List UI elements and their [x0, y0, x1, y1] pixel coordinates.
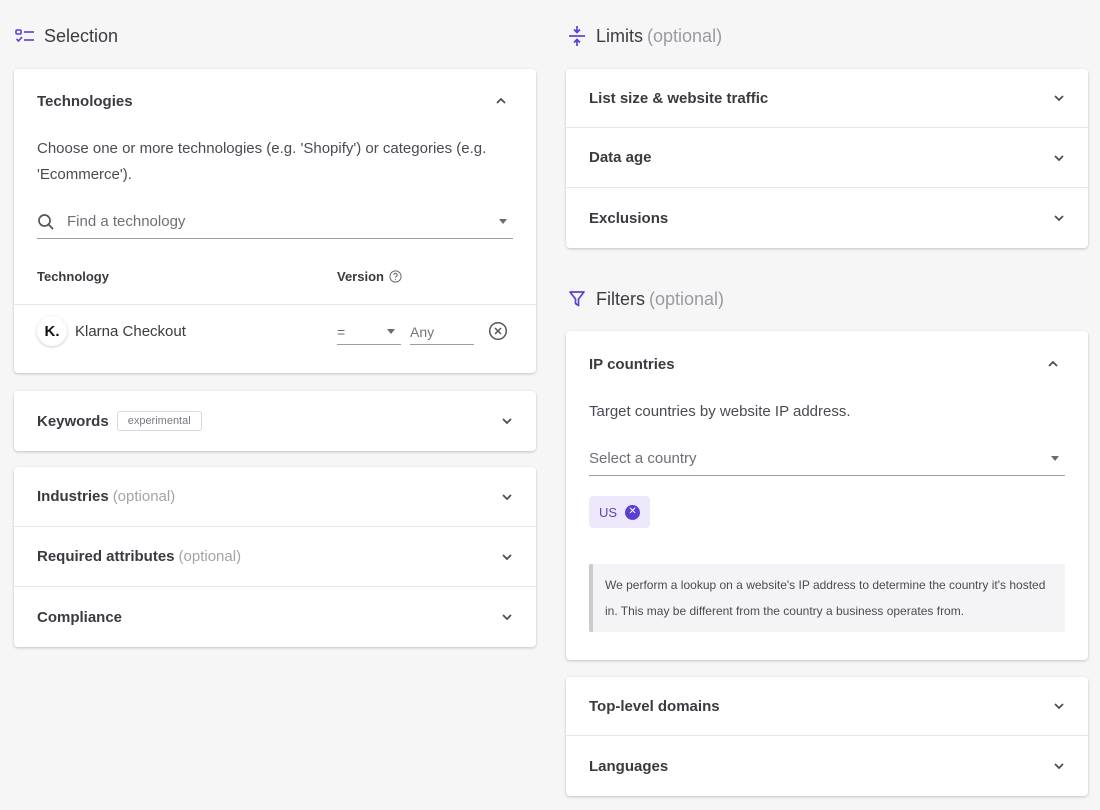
- keywords-row[interactable]: Keywords experimental: [14, 391, 536, 451]
- filters-more-card: Top-level domains Languages: [566, 677, 1088, 796]
- selection-title: Selection: [44, 25, 119, 46]
- filters-title: Filters: [596, 288, 645, 309]
- filters-section-title: Filters (optional): [566, 287, 724, 311]
- checklist-icon: [14, 25, 36, 47]
- chevron-down-icon[interactable]: [1052, 151, 1066, 165]
- chevron-down-icon[interactable]: [500, 490, 514, 504]
- keywords-label-group: Keywords experimental: [37, 411, 202, 431]
- languages-row[interactable]: Languages: [566, 736, 1088, 796]
- chevron-down-icon[interactable]: [500, 550, 514, 564]
- industries-label-group: Industries (optional): [37, 488, 175, 505]
- chevron-down-icon[interactable]: [1052, 91, 1066, 105]
- required-attributes-label: Required attributes: [37, 548, 175, 565]
- column-header-version: Version: [337, 269, 402, 284]
- ip-countries-title: IP countries: [589, 355, 675, 373]
- keywords-card: Keywords experimental: [14, 391, 536, 451]
- chevron-up-icon[interactable]: [1046, 357, 1060, 371]
- limits-item-label: List size & website traffic: [589, 89, 769, 107]
- compliance-label: Compliance: [37, 608, 123, 626]
- dropdown-caret-icon[interactable]: [1051, 456, 1059, 461]
- industries-optional: (optional): [112, 488, 176, 505]
- filter-icon: [566, 288, 588, 310]
- technologies-card: Technologies Choose one or more technolo…: [14, 69, 536, 373]
- dropdown-caret-icon[interactable]: [499, 219, 507, 224]
- limits-section-title: Limits (optional): [566, 24, 722, 48]
- languages-label: Languages: [589, 757, 669, 775]
- country-chip: US ✕: [589, 496, 651, 528]
- selection-section-title: Selection: [14, 24, 118, 48]
- chevron-down-icon[interactable]: [1052, 699, 1066, 713]
- chevron-down-icon[interactable]: [1052, 759, 1066, 773]
- search-icon: [37, 213, 59, 231]
- required-attributes-row[interactable]: Required attributes (optional): [14, 527, 536, 587]
- column-header-version-label: Version: [337, 269, 384, 284]
- country-select[interactable]: [589, 442, 1065, 476]
- limits-optional: (optional): [647, 25, 723, 46]
- country-select-input[interactable]: [589, 450, 1051, 467]
- remove-technology-icon[interactable]: [488, 321, 508, 341]
- help-icon[interactable]: [389, 270, 402, 283]
- limits-item-list-size[interactable]: List size & website traffic: [566, 69, 1088, 128]
- experimental-badge: experimental: [116, 411, 202, 431]
- selection-more-card: Industries (optional) Required attribute…: [14, 467, 536, 647]
- table-divider: [14, 304, 536, 305]
- keywords-label: Keywords: [37, 412, 109, 430]
- ip-countries-description: Target countries by website IP address.: [589, 403, 851, 420]
- dropdown-caret-icon: [387, 329, 395, 334]
- version-operator-value: =: [337, 323, 346, 340]
- industries-label: Industries: [37, 488, 109, 505]
- top-level-domains-row[interactable]: Top-level domains: [566, 677, 1088, 736]
- technologies-title: Technologies: [37, 92, 133, 110]
- top-level-domains-label: Top-level domains: [589, 697, 720, 715]
- technology-search-field[interactable]: [37, 205, 513, 239]
- selected-countries: US ✕: [589, 496, 651, 528]
- limits-title: Limits: [596, 25, 644, 46]
- limits-card: List size & website traffic Data age Exc…: [566, 69, 1088, 248]
- limits-item-exclusions[interactable]: Exclusions: [566, 188, 1088, 248]
- required-attributes-optional: (optional): [178, 548, 242, 565]
- technology-search-input[interactable]: [67, 213, 499, 230]
- chevron-up-icon[interactable]: [494, 94, 508, 108]
- ip-countries-card: IP countries Target countries by website…: [566, 331, 1088, 660]
- vertical-align-center-icon: [566, 25, 588, 47]
- filters-optional: (optional): [649, 288, 725, 309]
- ip-lookup-note: We perform a lookup on a website's IP ad…: [589, 564, 1065, 632]
- column-header-technology: Technology: [37, 269, 109, 284]
- version-operator-select[interactable]: =: [337, 319, 401, 345]
- chevron-down-icon[interactable]: [1052, 211, 1066, 225]
- limits-item-data-age[interactable]: Data age: [566, 128, 1088, 188]
- industries-row[interactable]: Industries (optional): [14, 467, 536, 527]
- ip-countries-header[interactable]: IP countries: [566, 331, 1088, 397]
- limits-item-label: Exclusions: [589, 209, 669, 227]
- country-chip-label: US: [599, 504, 618, 520]
- required-attributes-label-group: Required attributes (optional): [37, 548, 241, 565]
- table-row: K. Klarna Checkout =: [37, 315, 508, 349]
- limits-item-label: Data age: [589, 149, 652, 166]
- technology-logo: K.: [37, 316, 67, 346]
- technology-name: Klarna Checkout: [75, 323, 186, 340]
- remove-chip-icon[interactable]: ✕: [625, 504, 641, 520]
- version-input[interactable]: [410, 319, 474, 345]
- chevron-down-icon[interactable]: [500, 414, 514, 428]
- chevron-down-icon[interactable]: [500, 610, 514, 624]
- technologies-description: Choose one or more technologies (e.g. 'S…: [37, 140, 487, 183]
- technologies-header[interactable]: Technologies: [14, 69, 536, 133]
- compliance-row[interactable]: Compliance: [14, 587, 536, 647]
